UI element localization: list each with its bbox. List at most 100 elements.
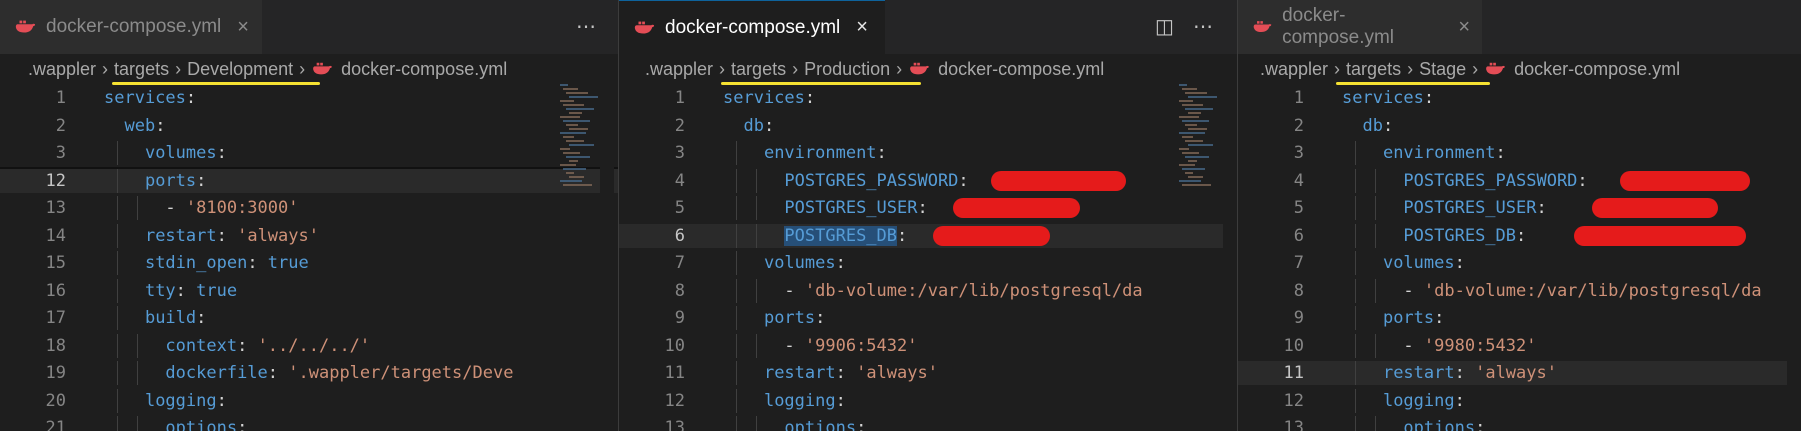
breadcrumb-item-targets[interactable]: targets: [731, 59, 786, 80]
redaction-mark: [991, 170, 1126, 191]
breadcrumb-item-targets[interactable]: targets: [114, 59, 169, 80]
code-line[interactable]: 13 options:: [619, 416, 1237, 431]
code-token: :: [1454, 253, 1465, 273]
breadcrumb-item-wappler[interactable]: .wappler: [645, 59, 713, 80]
code-line[interactable]: 8 - 'db-volume:/var/lib/postgresql/da: [619, 278, 1237, 303]
tab-docker-compose-stage[interactable]: docker-compose.yml ×: [1238, 0, 1482, 54]
code-line[interactable]: 6 POSTGRES_DB:: [619, 223, 1237, 248]
line-number: 7: [674, 253, 685, 273]
code-editor[interactable]: 1 services: 2 web: 3 volumes: 12 ports: 13 - …: [0, 86, 618, 431]
code-text: POSTGRES_PASSWORD:: [723, 169, 968, 193]
code-line[interactable]: 14 restart: 'always': [0, 223, 618, 248]
code-line[interactable]: 15 stdin_open: true: [0, 251, 618, 275]
code-line[interactable]: 1 services:: [0, 86, 618, 110]
code-text: volumes:: [104, 141, 227, 165]
code-token: :: [1577, 170, 1588, 191]
code-line[interactable]: 3 environment:: [1238, 141, 1801, 165]
code-line[interactable]: 12 ports:: [0, 168, 618, 193]
breadcrumb-item-file[interactable]: docker-compose.yml: [938, 59, 1104, 80]
code-line[interactable]: 4 POSTGRES_PASSWORD:: [619, 168, 1237, 193]
code-line[interactable]: 11 restart: 'always': [1238, 361, 1801, 385]
line-number: 7: [1293, 253, 1304, 273]
code-line[interactable]: 12 logging:: [1238, 388, 1801, 413]
code-text: restart: 'always': [723, 361, 938, 385]
code-line[interactable]: 16 tty: true: [0, 278, 618, 303]
code-line[interactable]: 20 logging:: [0, 388, 618, 413]
breadcrumb-item-wappler[interactable]: .wappler: [28, 59, 96, 80]
code-line[interactable]: 12 logging:: [619, 388, 1237, 413]
breadcrumb-item-targets[interactable]: targets: [1346, 59, 1401, 80]
code-line[interactable]: 2 web:: [0, 114, 618, 138]
code-token: :: [1516, 225, 1527, 246]
line-number: 8: [674, 280, 685, 301]
code-line[interactable]: 1 services:: [1238, 86, 1801, 110]
breadcrumb-item-file[interactable]: docker-compose.yml: [1514, 59, 1680, 80]
code-line[interactable]: 13 options:: [1238, 416, 1801, 431]
code-line[interactable]: 6 POSTGRES_DB:: [1238, 223, 1801, 248]
scrollbar[interactable]: [1787, 84, 1801, 431]
code-token: context: [165, 335, 238, 356]
code-line[interactable]: 7 volumes:: [1238, 251, 1801, 275]
breadcrumb-item-wappler[interactable]: .wappler: [1260, 59, 1328, 80]
minimap-line: [560, 116, 580, 118]
close-icon[interactable]: ×: [237, 16, 249, 39]
code-line[interactable]: 21 options:: [0, 416, 618, 431]
code-line[interactable]: 19 dockerfile: '.wappler/targets/Deve: [0, 361, 618, 385]
close-icon[interactable]: ×: [1458, 16, 1470, 39]
code-line[interactable]: 17 build:: [0, 306, 618, 330]
code-text: volumes:: [723, 251, 846, 275]
minimap-line: [1188, 144, 1213, 146]
code-line[interactable]: 10 - '9906:5432': [619, 333, 1237, 358]
code-line[interactable]: 2 db:: [619, 114, 1237, 138]
tab-docker-compose-production[interactable]: docker-compose.yml ×: [619, 0, 885, 54]
code-line[interactable]: 11 restart: 'always': [619, 361, 1237, 385]
minimap-line: [1185, 108, 1213, 110]
scrollbar[interactable]: [1223, 84, 1237, 431]
code-line[interactable]: 5 POSTGRES_USER:: [1238, 196, 1801, 220]
breadcrumb-item-stage[interactable]: Stage: [1419, 59, 1466, 80]
code-editor[interactable]: 1 services: 2 db: 3 environment: 4 POSTGRES_…: [619, 86, 1237, 431]
code-line[interactable]: 8 - 'db-volume:/var/lib/postgresql/da: [1238, 278, 1801, 303]
code-text: db:: [723, 114, 774, 138]
minimap-line: [560, 100, 574, 102]
code-line[interactable]: 4 POSTGRES_PASSWORD:: [1238, 168, 1801, 193]
breadcrumb-item-production[interactable]: Production: [804, 59, 890, 80]
line-number: 3: [55, 143, 66, 163]
pane-divider[interactable]: [618, 0, 619, 431]
code-line[interactable]: 7 volumes:: [619, 251, 1237, 275]
tab-docker-compose-development[interactable]: docker-compose.yml ×: [0, 0, 262, 54]
line-number: 3: [1293, 143, 1304, 163]
code-line[interactable]: 18 context: '../../../': [0, 333, 618, 358]
code-token: tty: [144, 280, 176, 301]
code-text: - 'db-volume:/var/lib/postgresql/da: [723, 279, 1142, 303]
editor-pane-stage: docker-compose.yml × .wappler › targets …: [1238, 0, 1801, 431]
code-line[interactable]: 2 db:: [1238, 114, 1801, 138]
code-token: :: [175, 280, 197, 301]
code-line[interactable]: 13 - '8100:3000': [0, 196, 618, 220]
code-line[interactable]: 9 ports:: [1238, 306, 1801, 330]
code-line[interactable]: 1 services:: [619, 86, 1237, 110]
breadcrumb-item-file[interactable]: docker-compose.yml: [341, 59, 507, 80]
code-line[interactable]: 9 ports:: [619, 306, 1237, 330]
code-line[interactable]: 3 environment:: [619, 141, 1237, 165]
split-editor-icon[interactable]: ◫: [1155, 14, 1174, 39]
more-actions-icon[interactable]: ⋯: [1193, 14, 1213, 39]
docker-whale-icon: [1486, 62, 1505, 75]
line-number: 5: [1293, 198, 1304, 218]
scrollbar[interactable]: [600, 84, 614, 431]
close-icon[interactable]: ×: [856, 16, 868, 39]
code-line[interactable]: 3 volumes:: [0, 141, 618, 165]
code-line[interactable]: 10 - '9980:5432': [1238, 333, 1801, 358]
code-token: '../../../': [257, 335, 371, 356]
line-number: 11: [664, 363, 685, 383]
code-editor[interactable]: 1 services: 2 db: 3 environment: 4 POSTGRES_…: [1238, 86, 1801, 431]
more-actions-icon[interactable]: ⋯: [576, 14, 596, 39]
pane-divider[interactable]: [1237, 0, 1238, 431]
breadcrumb-item-development[interactable]: Development: [187, 59, 293, 80]
code-line[interactable]: 5 POSTGRES_USER:: [619, 196, 1237, 220]
code-token: true: [196, 280, 238, 301]
